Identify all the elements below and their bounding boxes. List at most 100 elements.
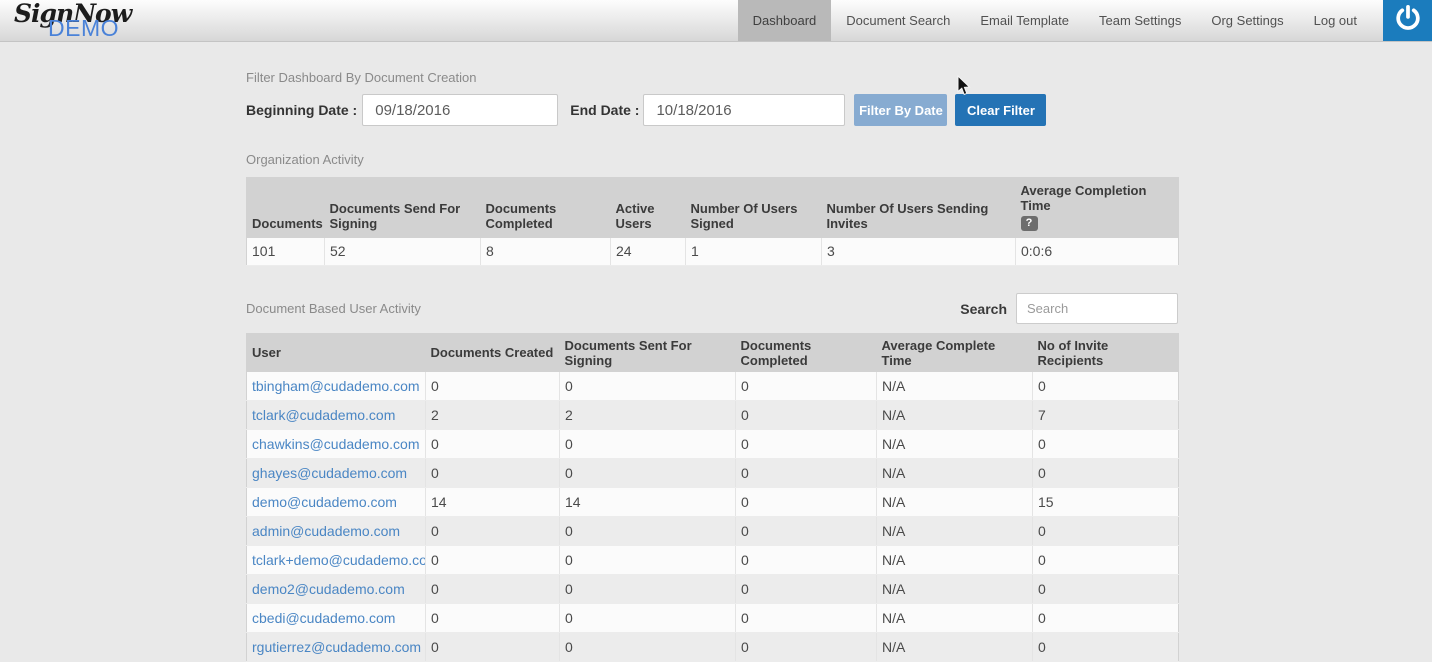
user-table-header-row: User Documents Created Documents Sent Fo… [247, 333, 1179, 372]
user-email-link[interactable]: tclark+demo@cudademo.com [252, 552, 426, 568]
user-cell: ghayes@cudademo.com [247, 459, 426, 488]
user-cell: tbingham@cudademo.com [247, 372, 426, 401]
value-cell: 0 [426, 604, 560, 633]
search-input[interactable] [1016, 293, 1178, 324]
org-col-documents: Documents [247, 178, 325, 239]
value-cell: 14 [560, 488, 736, 517]
org-val-documents: 101 [247, 238, 325, 265]
nav-item-dashboard[interactable]: Dashboard [738, 0, 832, 41]
value-cell: N/A [877, 633, 1033, 662]
value-cell: N/A [877, 401, 1033, 430]
value-cell: 0 [736, 517, 877, 546]
value-cell: N/A [877, 372, 1033, 401]
brand-demo-text: DEMO [48, 17, 131, 40]
value-cell: 0 [560, 575, 736, 604]
org-col-active-users: Active Users [611, 178, 686, 239]
org-col-avg-completion-time: Average Completion Time ? [1016, 178, 1179, 239]
nav-item-org-settings[interactable]: Org Settings [1196, 0, 1298, 41]
value-cell: 0 [426, 575, 560, 604]
nav-item-log-out[interactable]: Log out [1299, 0, 1372, 41]
user-cell: rgutierrez@cudademo.com [247, 633, 426, 662]
beginning-date-input[interactable] [362, 94, 558, 126]
end-date-label: End Date : [570, 102, 639, 118]
value-cell: 0 [1033, 430, 1179, 459]
value-cell: 0 [560, 517, 736, 546]
value-cell: 15 [1033, 488, 1179, 517]
value-cell: 0 [560, 430, 736, 459]
table-row: admin@cudademo.com000N/A0 [247, 517, 1179, 546]
clear-filter-button[interactable]: Clear Filter [955, 94, 1046, 126]
user-email-link[interactable]: demo@cudademo.com [252, 494, 397, 510]
value-cell: 0 [736, 546, 877, 575]
value-cell: 0 [426, 430, 560, 459]
org-col-docs-send-for-signing: Documents Send For Signing [325, 178, 481, 239]
user-col-invite-recipients: No of Invite Recipients [1033, 333, 1179, 372]
user-cell: demo@cudademo.com [247, 488, 426, 517]
nav-item-document-search[interactable]: Document Search [831, 0, 965, 41]
user-email-link[interactable]: tbingham@cudademo.com [252, 378, 420, 394]
org-val-users-sending-invites: 3 [822, 238, 1016, 265]
user-col-docs-completed: Documents Completed [736, 333, 877, 372]
user-activity-header-row: Document Based User Activity Search [246, 293, 1178, 325]
value-cell: 0 [560, 604, 736, 633]
org-val-avg-completion-time: 0:0:6 [1016, 238, 1179, 265]
value-cell: 0 [560, 546, 736, 575]
nav-item-team-settings[interactable]: Team Settings [1084, 0, 1196, 41]
table-row: tclark+demo@cudademo.com000N/A0 [247, 546, 1179, 575]
table-row: demo@cudademo.com14140N/A15 [247, 488, 1179, 517]
main-content: Filter Dashboard By Document Creation Be… [246, 70, 1178, 662]
value-cell: 0 [560, 633, 736, 662]
value-cell: N/A [877, 488, 1033, 517]
filter-by-date-button[interactable]: Filter By Date [854, 94, 947, 126]
value-cell: 0 [1033, 372, 1179, 401]
user-activity-title: Document Based User Activity [246, 301, 421, 316]
user-cell: tclark+demo@cudademo.com [247, 546, 426, 575]
user-col-docs-sent-for-signing: Documents Sent For Signing [560, 333, 736, 372]
org-activity-title: Organization Activity [246, 152, 1178, 167]
value-cell: 0 [426, 459, 560, 488]
user-cell: admin@cudademo.com [247, 517, 426, 546]
user-email-link[interactable]: chawkins@cudademo.com [252, 436, 420, 452]
filter-section-title: Filter Dashboard By Document Creation [246, 70, 1178, 85]
value-cell: 0 [736, 430, 877, 459]
value-cell: 2 [560, 401, 736, 430]
table-row: cbedi@cudademo.com000N/A0 [247, 604, 1179, 633]
org-activity-table: Documents Documents Send For Signing Doc… [246, 177, 1179, 266]
table-row: chawkins@cudademo.com000N/A0 [247, 430, 1179, 459]
value-cell: N/A [877, 546, 1033, 575]
user-email-link[interactable]: tclark@cudademo.com [252, 407, 395, 423]
value-cell: 2 [426, 401, 560, 430]
user-cell: demo2@cudademo.com [247, 575, 426, 604]
user-email-link[interactable]: rgutierrez@cudademo.com [252, 639, 421, 655]
power-button[interactable] [1383, 0, 1432, 41]
user-col-user: User [247, 333, 426, 372]
value-cell: 0 [426, 517, 560, 546]
table-row: tbingham@cudademo.com000N/A0 [247, 372, 1179, 401]
table-row: rgutierrez@cudademo.com000N/A0 [247, 633, 1179, 662]
power-icon [1394, 4, 1422, 37]
user-email-link[interactable]: admin@cudademo.com [252, 523, 400, 539]
user-email-link[interactable]: demo2@cudademo.com [252, 581, 405, 597]
brand-logo: SignNow DEMO [14, 1, 131, 40]
value-cell: 0 [736, 459, 877, 488]
org-col-docs-completed: Documents Completed [481, 178, 611, 239]
table-row: demo2@cudademo.com000N/A0 [247, 575, 1179, 604]
user-email-link[interactable]: cbedi@cudademo.com [252, 610, 395, 626]
user-email-link[interactable]: ghayes@cudademo.com [252, 465, 407, 481]
value-cell: 7 [1033, 401, 1179, 430]
org-col-users-signed: Number Of Users Signed [686, 178, 822, 239]
value-cell: 0 [426, 546, 560, 575]
value-cell: 0 [736, 604, 877, 633]
table-row: tclark@cudademo.com220N/A7 [247, 401, 1179, 430]
nav-item-email-template[interactable]: Email Template [965, 0, 1084, 41]
value-cell: 0 [1033, 546, 1179, 575]
end-date-input[interactable] [643, 94, 845, 126]
top-navbar: SignNow DEMO Dashboard Document Search E… [0, 0, 1432, 42]
value-cell: N/A [877, 517, 1033, 546]
help-icon[interactable]: ? [1021, 216, 1038, 231]
value-cell: 0 [736, 401, 877, 430]
value-cell: 0 [736, 575, 877, 604]
user-table-body: tbingham@cudademo.com000N/A0tclark@cudad… [247, 372, 1179, 662]
filter-row: Beginning Date : End Date : Filter By Da… [246, 94, 1178, 126]
value-cell: 0 [426, 633, 560, 662]
